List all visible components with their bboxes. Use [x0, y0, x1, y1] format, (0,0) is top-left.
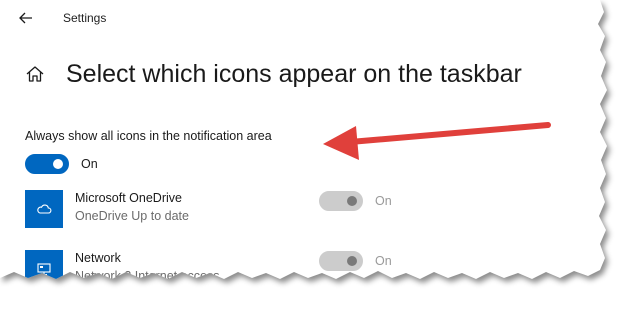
list-item-name: Microsoft OneDrive — [75, 191, 182, 205]
onedrive-state: On — [375, 194, 392, 208]
screenshot-canvas: Settings Select which icons appear on th… — [0, 0, 629, 310]
back-arrow-icon — [19, 12, 32, 24]
onedrive-toggle[interactable] — [319, 191, 363, 211]
always-show-icons-label: Always show all icons in the notificatio… — [25, 129, 272, 143]
list-item-name: Network — [75, 251, 121, 265]
title-bar: Settings — [0, 0, 600, 36]
onedrive-tile — [25, 190, 63, 228]
list-item-description: OneDrive Up to date — [75, 209, 189, 223]
cloud-icon — [37, 204, 52, 214]
toggle-knob — [347, 256, 357, 266]
home-button[interactable] — [23, 62, 47, 86]
settings-window-body: Settings Select which icons appear on th… — [0, 0, 607, 283]
toggle-knob — [53, 159, 63, 169]
always-show-icons-state: On — [81, 157, 98, 171]
network-tile — [25, 250, 63, 279]
list-item-network: Network Network 2 Internet access On — [25, 250, 585, 283]
network-monitor-icon — [37, 263, 51, 276]
home-icon — [26, 66, 44, 82]
back-button[interactable] — [14, 6, 38, 30]
app-title: Settings — [63, 11, 107, 25]
page-title: Select which icons appear on the taskbar — [66, 60, 522, 88]
settings-window: Settings Select which icons appear on th… — [0, 0, 629, 310]
list-item-description: Network 2 Internet access — [75, 269, 220, 283]
network-state: On — [375, 254, 392, 268]
network-toggle[interactable] — [319, 251, 363, 271]
list-item-onedrive: Microsoft OneDrive OneDrive Up to date O… — [25, 190, 585, 230]
always-show-icons-toggle[interactable] — [25, 154, 69, 174]
toggle-knob — [347, 196, 357, 206]
